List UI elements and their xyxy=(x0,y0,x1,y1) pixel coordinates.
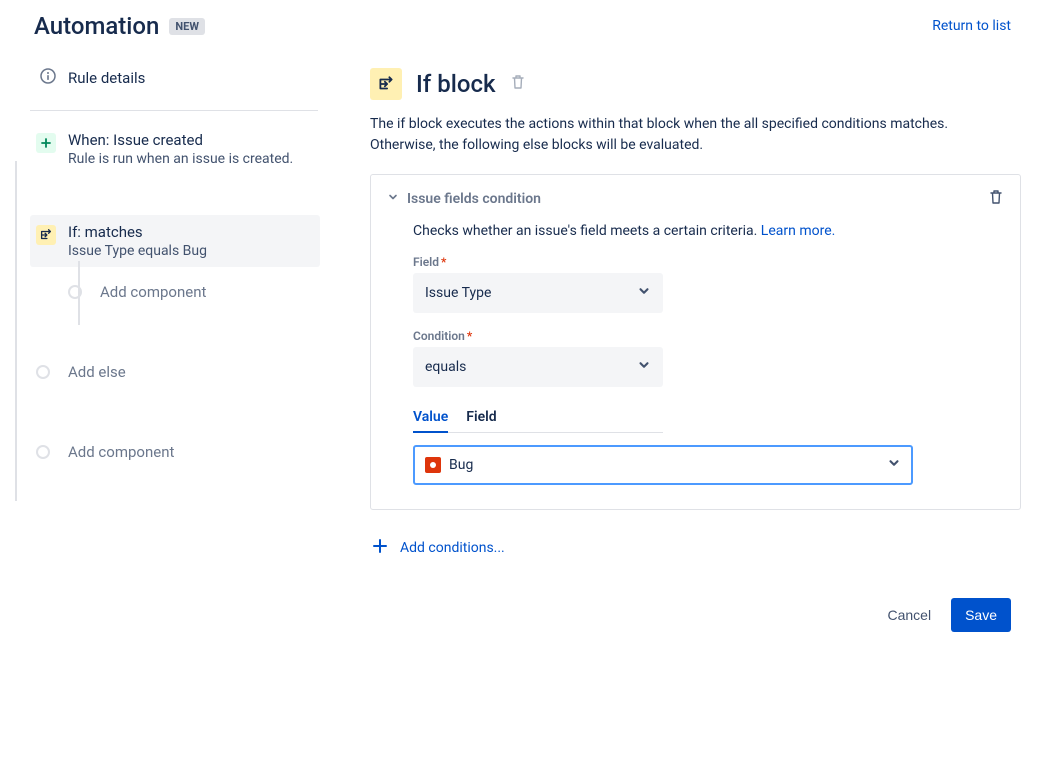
tab-value[interactable]: Value xyxy=(413,403,448,433)
add-conditions-label: Add conditions... xyxy=(400,540,505,556)
value-select[interactable]: Bug xyxy=(413,445,913,485)
add-else[interactable]: Add else xyxy=(30,357,330,387)
field-select[interactable]: Issue Type xyxy=(413,273,663,313)
add-component-label: Add component xyxy=(100,283,206,301)
if-block-description: The if block executes the actions within… xyxy=(370,114,990,156)
if-block-subtitle: Issue Type equals Bug xyxy=(68,243,207,259)
condition-label: Condition xyxy=(413,329,465,343)
trigger-subtitle: Rule is run when an issue is created. xyxy=(68,151,293,167)
bug-icon xyxy=(425,457,441,473)
branch-icon xyxy=(36,225,56,245)
cancel-button[interactable]: Cancel xyxy=(873,598,945,632)
value-select-value: Bug xyxy=(449,457,473,473)
if-block-node[interactable]: If: matches Issue Type equals Bug xyxy=(30,215,320,267)
rule-details-item[interactable]: Rule details xyxy=(30,60,318,96)
tab-field[interactable]: Field xyxy=(466,403,496,432)
rule-details-label: Rule details xyxy=(68,69,145,87)
add-component-label: Add component xyxy=(68,443,174,461)
return-to-list-link[interactable]: Return to list xyxy=(932,18,1011,34)
field-select-value: Issue Type xyxy=(425,285,491,301)
if-block-title: If: matches xyxy=(68,223,207,241)
sidebar: Rule details When: Issue created Rule is… xyxy=(0,48,330,771)
add-component-bottom[interactable]: Add component xyxy=(30,437,330,467)
add-conditions-button[interactable]: Add conditions... xyxy=(370,538,1021,558)
condition-collapse-toggle[interactable]: Issue fields condition xyxy=(387,191,541,207)
trigger-node[interactable]: When: Issue created Rule is run when an … xyxy=(30,123,330,175)
delete-condition-icon[interactable] xyxy=(988,189,1004,209)
chevron-down-icon xyxy=(387,191,399,207)
chevron-down-icon xyxy=(887,456,901,474)
chevron-down-icon xyxy=(637,284,651,302)
condition-card: Issue fields condition Checks whether an… xyxy=(370,174,1021,510)
add-component-child[interactable]: Add component xyxy=(30,277,330,307)
add-else-label: Add else xyxy=(68,363,126,381)
delete-icon[interactable] xyxy=(510,74,526,94)
branch-icon xyxy=(370,68,402,100)
page-header: Automation NEW Return to list xyxy=(0,0,1041,48)
new-badge: NEW xyxy=(169,18,205,35)
main-title: If block xyxy=(416,70,496,98)
condition-select-value: equals xyxy=(425,359,466,375)
field-label: Field xyxy=(413,255,439,269)
condition-description: Checks whether an issue's field meets a … xyxy=(413,223,757,239)
chevron-down-icon xyxy=(637,358,651,376)
trigger-title: When: Issue created xyxy=(68,131,293,149)
info-icon xyxy=(40,68,56,88)
stub-circle-icon xyxy=(36,365,50,379)
plus-icon xyxy=(36,133,56,153)
save-button[interactable]: Save xyxy=(951,598,1011,632)
plus-icon xyxy=(372,538,388,558)
learn-more-link[interactable]: Learn more. xyxy=(761,223,836,239)
condition-header-label: Issue fields condition xyxy=(407,191,541,207)
stub-circle-icon xyxy=(36,445,50,459)
main-panel: If block The if block executes the actio… xyxy=(330,48,1041,771)
condition-select[interactable]: equals xyxy=(413,347,663,387)
page-title: Automation xyxy=(34,12,159,40)
